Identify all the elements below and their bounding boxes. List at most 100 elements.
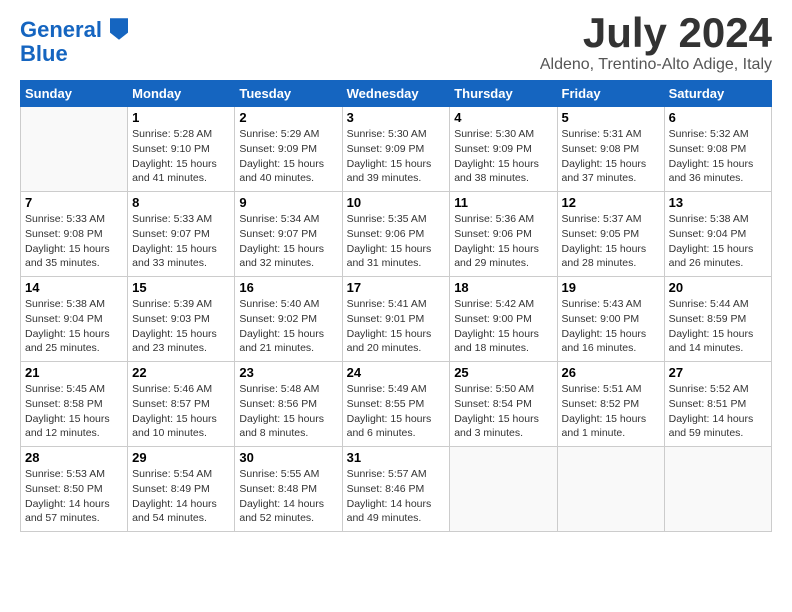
- day-number: 9: [239, 195, 337, 210]
- day-info: Sunrise: 5:57 AMSunset: 8:46 PMDaylight:…: [347, 467, 446, 526]
- day-info: Sunrise: 5:40 AMSunset: 9:02 PMDaylight:…: [239, 297, 337, 356]
- day-info: Sunrise: 5:31 AMSunset: 9:08 PMDaylight:…: [562, 127, 660, 186]
- calendar-cell: 26Sunrise: 5:51 AMSunset: 8:52 PMDayligh…: [557, 362, 664, 447]
- day-info: Sunrise: 5:28 AMSunset: 9:10 PMDaylight:…: [132, 127, 230, 186]
- calendar-week-row: 21 Sunrise: 5:45 AMSunset: 8:58 PMDayligh…: [21, 362, 772, 447]
- calendar-week-row: 28 Sunrise: 5:53 AMSunset: 8:50 PMDayligh…: [21, 447, 772, 532]
- day-info: Sunrise: 5:48 AMSunset: 8:56 PMDaylight:…: [239, 382, 337, 441]
- calendar-week-row: 1 Sunrise: 5:28 AMSunset: 9:10 PMDaylight…: [21, 107, 772, 192]
- calendar-header: SundayMondayTuesdayWednesdayThursdayFrid…: [21, 81, 772, 107]
- day-number: 30: [239, 450, 337, 465]
- calendar-cell: 28 Sunrise: 5:53 AMSunset: 8:50 PMDayligh…: [21, 447, 128, 532]
- day-number: 15: [132, 280, 230, 295]
- day-number: 5: [562, 110, 660, 125]
- calendar-cell: [450, 447, 557, 532]
- location-subtitle: Aldeno, Trentino-Alto Adige, Italy: [540, 56, 772, 74]
- day-info: Sunrise: 5:30 AMSunset: 9:09 PMDaylight:…: [347, 127, 446, 186]
- calendar-cell: [557, 447, 664, 532]
- day-number: 18: [454, 280, 552, 295]
- day-number: 11: [454, 195, 552, 210]
- calendar-cell: 9 Sunrise: 5:34 AMSunset: 9:07 PMDaylight…: [235, 192, 342, 277]
- calendar-cell: 12Sunrise: 5:37 AMSunset: 9:05 PMDayligh…: [557, 192, 664, 277]
- day-info: Sunrise: 5:32 AMSunset: 9:08 PMDaylight:…: [669, 127, 767, 186]
- day-info: Sunrise: 5:39 AMSunset: 9:03 PMDaylight:…: [132, 297, 230, 356]
- day-info: Sunrise: 5:45 AMSunset: 8:58 PMDaylight:…: [25, 382, 123, 441]
- day-number: 23: [239, 365, 337, 380]
- calendar-cell: 19 Sunrise: 5:43 AMSunset: 9:00 PMDayligh…: [557, 277, 664, 362]
- day-number: 20: [669, 280, 767, 295]
- day-number: 29: [132, 450, 230, 465]
- calendar-cell: 2 Sunrise: 5:29 AMSunset: 9:09 PMDaylight…: [235, 107, 342, 192]
- day-number: 1: [132, 110, 230, 125]
- calendar-cell: 3 Sunrise: 5:30 AMSunset: 9:09 PMDaylight…: [342, 107, 450, 192]
- calendar-cell: 10 Sunrise: 5:35 AMSunset: 9:06 PMDayligh…: [342, 192, 450, 277]
- day-number: 22: [132, 365, 230, 380]
- weekday-header: Wednesday: [342, 81, 450, 107]
- day-info: Sunrise: 5:35 AMSunset: 9:06 PMDaylight:…: [347, 212, 446, 271]
- calendar-cell: 17Sunrise: 5:41 AMSunset: 9:01 PMDayligh…: [342, 277, 450, 362]
- page-header: General Blue July 2024 Aldeno, Trentino-…: [20, 10, 772, 74]
- day-number: 10: [347, 195, 446, 210]
- day-info: Sunrise: 5:44 AMSunset: 8:59 PMDaylight:…: [669, 297, 767, 356]
- day-number: 3: [347, 110, 446, 125]
- day-info: Sunrise: 5:34 AMSunset: 9:07 PMDaylight:…: [239, 212, 337, 271]
- calendar-body: 1 Sunrise: 5:28 AMSunset: 9:10 PMDaylight…: [21, 107, 772, 532]
- day-number: 7: [25, 195, 123, 210]
- day-number: 8: [132, 195, 230, 210]
- calendar-cell: 20 Sunrise: 5:44 AMSunset: 8:59 PMDayligh…: [664, 277, 771, 362]
- logo: General Blue: [20, 18, 128, 66]
- calendar-cell: 29Sunrise: 5:54 AMSunset: 8:49 PMDayligh…: [128, 447, 235, 532]
- day-info: Sunrise: 5:49 AMSunset: 8:55 PMDaylight:…: [347, 382, 446, 441]
- day-info: Sunrise: 5:55 AMSunset: 8:48 PMDaylight:…: [239, 467, 337, 526]
- calendar-cell: 5 Sunrise: 5:31 AMSunset: 9:08 PMDaylight…: [557, 107, 664, 192]
- day-number: 25: [454, 365, 552, 380]
- day-info: Sunrise: 5:51 AMSunset: 8:52 PMDaylight:…: [562, 382, 660, 441]
- calendar-cell: 13 Sunrise: 5:38 AMSunset: 9:04 PMDayligh…: [664, 192, 771, 277]
- day-info: Sunrise: 5:46 AMSunset: 8:57 PMDaylight:…: [132, 382, 230, 441]
- day-info: Sunrise: 5:53 AMSunset: 8:50 PMDaylight:…: [25, 467, 123, 526]
- calendar-cell: 18 Sunrise: 5:42 AMSunset: 9:00 PMDayligh…: [450, 277, 557, 362]
- day-number: 2: [239, 110, 337, 125]
- calendar-cell: 24Sunrise: 5:49 AMSunset: 8:55 PMDayligh…: [342, 362, 450, 447]
- day-number: 14: [25, 280, 123, 295]
- calendar-cell: 6Sunrise: 5:32 AMSunset: 9:08 PMDaylight…: [664, 107, 771, 192]
- calendar-cell: 22 Sunrise: 5:46 AMSunset: 8:57 PMDayligh…: [128, 362, 235, 447]
- day-info: Sunrise: 5:33 AMSunset: 9:08 PMDaylight:…: [25, 212, 123, 271]
- weekday-row: SundayMondayTuesdayWednesdayThursdayFrid…: [21, 81, 772, 107]
- day-info: Sunrise: 5:33 AMSunset: 9:07 PMDaylight:…: [132, 212, 230, 271]
- weekday-header: Friday: [557, 81, 664, 107]
- calendar-table: SundayMondayTuesdayWednesdayThursdayFrid…: [20, 80, 772, 532]
- weekday-header: Saturday: [664, 81, 771, 107]
- day-number: 27: [669, 365, 767, 380]
- logo-text: General: [20, 18, 128, 42]
- day-info: Sunrise: 5:38 AMSunset: 9:04 PMDaylight:…: [669, 212, 767, 271]
- day-info: Sunrise: 5:36 AMSunset: 9:06 PMDaylight:…: [454, 212, 552, 271]
- calendar-cell: 30 Sunrise: 5:55 AMSunset: 8:48 PMDayligh…: [235, 447, 342, 532]
- calendar-cell: [664, 447, 771, 532]
- day-info: Sunrise: 5:52 AMSunset: 8:51 PMDaylight:…: [669, 382, 767, 441]
- calendar-cell: 14 Sunrise: 5:38 AMSunset: 9:04 PMDayligh…: [21, 277, 128, 362]
- calendar-cell: 31 Sunrise: 5:57 AMSunset: 8:46 PMDayligh…: [342, 447, 450, 532]
- calendar-cell: 25 Sunrise: 5:50 AMSunset: 8:54 PMDayligh…: [450, 362, 557, 447]
- calendar-cell: 1 Sunrise: 5:28 AMSunset: 9:10 PMDaylight…: [128, 107, 235, 192]
- weekday-header: Tuesday: [235, 81, 342, 107]
- calendar-cell: 21 Sunrise: 5:45 AMSunset: 8:58 PMDayligh…: [21, 362, 128, 447]
- weekday-header: Monday: [128, 81, 235, 107]
- day-info: Sunrise: 5:50 AMSunset: 8:54 PMDaylight:…: [454, 382, 552, 441]
- day-info: Sunrise: 5:43 AMSunset: 9:00 PMDaylight:…: [562, 297, 660, 356]
- day-info: Sunrise: 5:38 AMSunset: 9:04 PMDaylight:…: [25, 297, 123, 356]
- title-block: July 2024 Aldeno, Trentino-Alto Adige, I…: [540, 10, 772, 74]
- day-number: 31: [347, 450, 446, 465]
- calendar-cell: 23 Sunrise: 5:48 AMSunset: 8:56 PMDayligh…: [235, 362, 342, 447]
- calendar-cell: 15 Sunrise: 5:39 AMSunset: 9:03 PMDayligh…: [128, 277, 235, 362]
- day-info: Sunrise: 5:29 AMSunset: 9:09 PMDaylight:…: [239, 127, 337, 186]
- weekday-header: Sunday: [21, 81, 128, 107]
- day-info: Sunrise: 5:42 AMSunset: 9:00 PMDaylight:…: [454, 297, 552, 356]
- day-number: 21: [25, 365, 123, 380]
- logo-blue: Blue: [20, 42, 128, 66]
- day-number: 28: [25, 450, 123, 465]
- day-number: 13: [669, 195, 767, 210]
- day-number: 19: [562, 280, 660, 295]
- weekday-header: Thursday: [450, 81, 557, 107]
- calendar-cell: 16Sunrise: 5:40 AMSunset: 9:02 PMDayligh…: [235, 277, 342, 362]
